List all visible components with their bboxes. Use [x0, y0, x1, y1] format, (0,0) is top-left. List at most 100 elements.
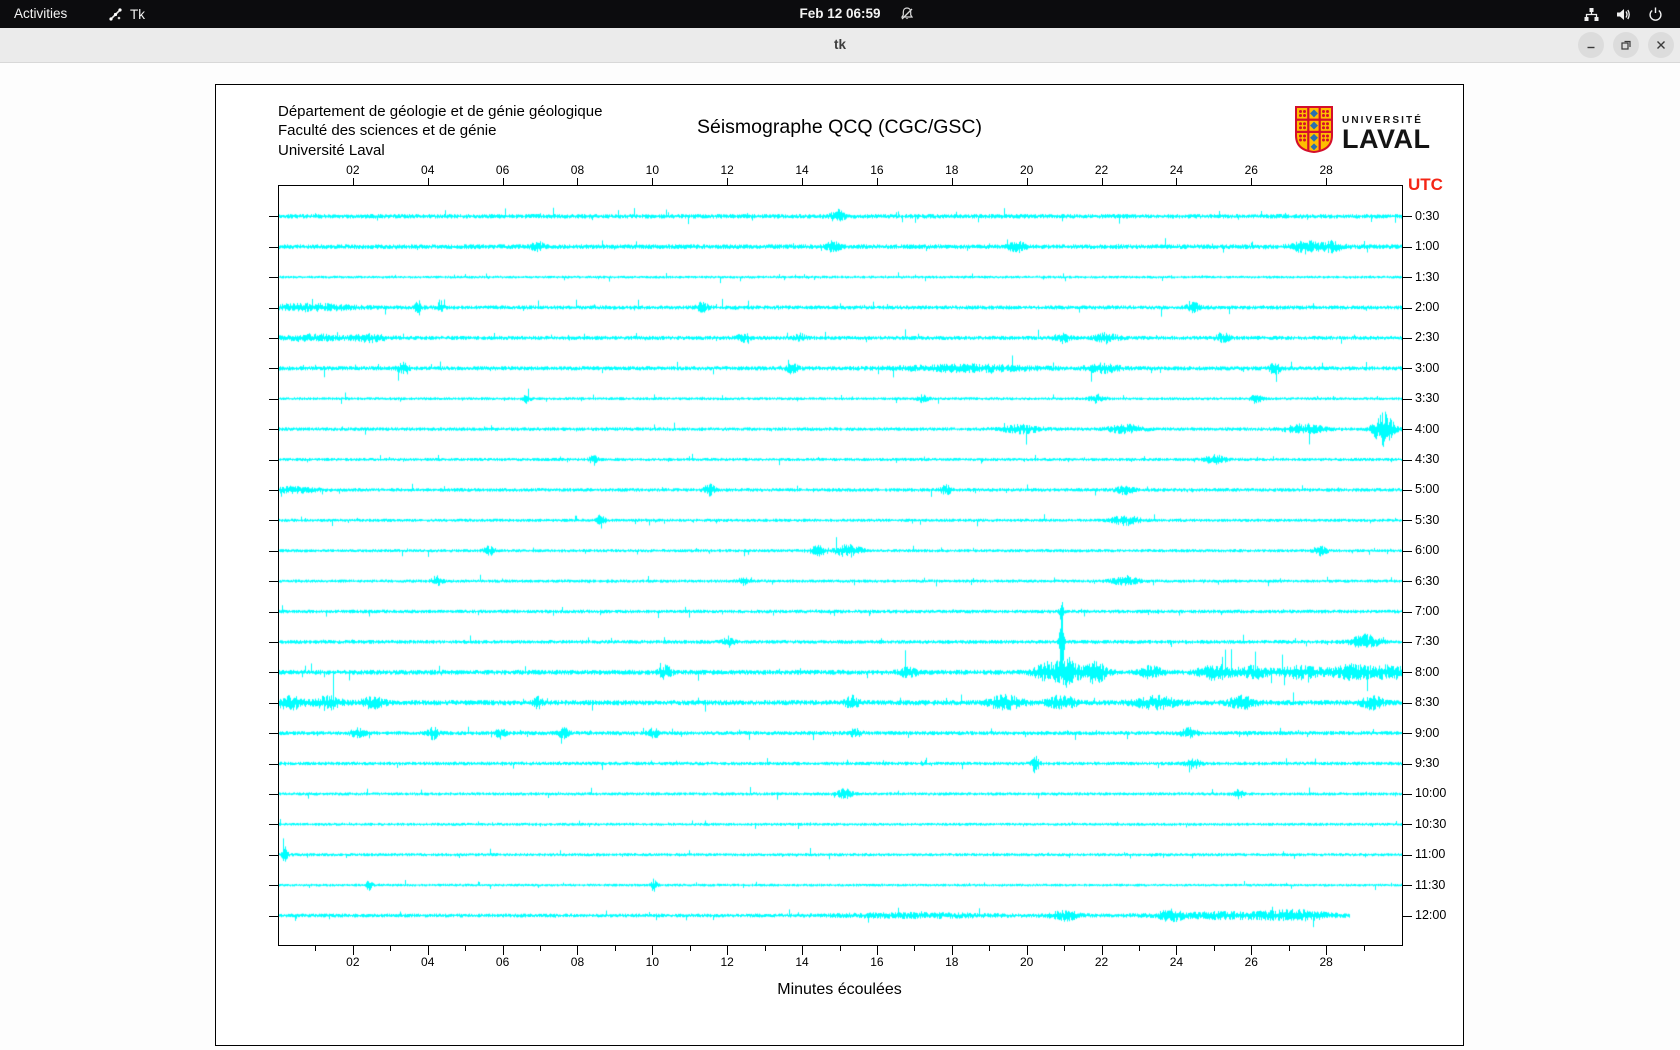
x-tick-bottom [1364, 946, 1365, 951]
trace-time-label: 2:00 [1415, 300, 1439, 315]
x-tick-bottom [727, 946, 728, 955]
trace-tick-left [269, 794, 278, 795]
trace-time-label: 7:00 [1415, 604, 1439, 619]
trace-tick-left [269, 277, 278, 278]
x-tick-top [877, 178, 878, 185]
seismogram-plot [278, 185, 1403, 946]
gnome-top-bar: Activities Tk Feb 12 06:59 [0, 0, 1680, 28]
trace-tick-right [1403, 733, 1412, 734]
trace-time-label: 7:30 [1415, 634, 1439, 649]
x-axis-title: Minutes écoulées [278, 981, 1401, 999]
trace-tick-right [1403, 885, 1412, 886]
trace-tick-right [1403, 855, 1412, 856]
x-tick-top [428, 178, 429, 185]
x-tick-label-top: 18 [932, 163, 972, 177]
maximize-button[interactable] [1613, 32, 1639, 58]
x-tick-bottom [765, 946, 766, 951]
x-tick-bottom [1214, 946, 1215, 951]
window-controls [1578, 32, 1674, 58]
trace-time-label: 9:00 [1415, 726, 1439, 741]
trace-tick-right [1403, 642, 1412, 643]
x-tick-label-top: 04 [408, 163, 448, 177]
x-tick-bottom [577, 946, 578, 955]
x-tick-label-bottom: 18 [932, 955, 972, 969]
x-tick-bottom [1176, 946, 1177, 955]
close-button[interactable] [1648, 32, 1674, 58]
system-tray[interactable] [1583, 0, 1680, 28]
trace-tick-left [269, 703, 278, 704]
x-tick-label-top: 14 [782, 163, 822, 177]
trace-time-label: 3:00 [1415, 361, 1439, 376]
trace-time-label: 8:00 [1415, 665, 1439, 680]
x-tick-bottom [1102, 946, 1103, 955]
trace-tick-left [269, 824, 278, 825]
x-tick-top [652, 178, 653, 185]
x-tick-label-top: 26 [1231, 163, 1271, 177]
x-tick-label-bottom: 06 [483, 955, 523, 969]
trace-time-label: 10:30 [1415, 817, 1446, 832]
trace-tick-right [1403, 612, 1412, 613]
trace-tick-right [1403, 399, 1412, 400]
x-tick-label-top: 24 [1156, 163, 1196, 177]
maximize-icon [1620, 39, 1632, 51]
x-tick-bottom [315, 946, 316, 951]
x-tick-label-bottom: 28 [1306, 955, 1346, 969]
trace-tick-right [1403, 916, 1412, 917]
x-tick-bottom [615, 946, 616, 951]
x-tick-label-bottom: 12 [707, 955, 747, 969]
trace-time-label: 11:30 [1415, 878, 1445, 893]
trace-time-label: 5:30 [1415, 513, 1439, 528]
window-titlebar[interactable]: tk [0, 28, 1680, 63]
trace-tick-right [1403, 520, 1412, 521]
trace-time-label: 12:00 [1415, 908, 1446, 923]
x-tick-bottom [428, 946, 429, 955]
trace-tick-left [269, 460, 278, 461]
wired-network-icon [1583, 6, 1600, 23]
trace-time-label: 0:30 [1415, 209, 1439, 224]
trace-tick-right [1403, 368, 1412, 369]
trace-time-label: 1:30 [1415, 270, 1439, 285]
trace-tick-left [269, 399, 278, 400]
trace-tick-left [269, 642, 278, 643]
trace-tick-left [269, 216, 278, 217]
x-tick-bottom [1139, 946, 1140, 951]
power-icon [1647, 6, 1664, 23]
x-tick-bottom [802, 946, 803, 955]
trace-tick-left [269, 338, 278, 339]
x-tick-label-top: 20 [1007, 163, 1047, 177]
trace-tick-left [269, 551, 278, 552]
x-tick-label-top: 02 [333, 163, 373, 177]
trace-time-label: 6:30 [1415, 574, 1439, 589]
trace-tick-left [269, 247, 278, 248]
x-tick-bottom [914, 946, 915, 951]
trace-time-label: 4:30 [1415, 452, 1439, 467]
window-title: tk [0, 28, 1680, 62]
x-tick-label-bottom: 16 [857, 955, 897, 969]
trace-time-label: 3:30 [1415, 391, 1439, 406]
x-tick-top [802, 178, 803, 185]
trace-tick-left [269, 368, 278, 369]
trace-tick-right [1403, 764, 1412, 765]
trace-tick-right [1403, 338, 1412, 339]
x-tick-label-bottom: 10 [632, 955, 672, 969]
seismogram-traces-canvas [279, 186, 1402, 945]
trace-tick-left [269, 520, 278, 521]
trace-time-label: 10:00 [1415, 786, 1446, 801]
trace-tick-left [269, 885, 278, 886]
x-tick-label-top: 16 [857, 163, 897, 177]
x-tick-bottom [840, 946, 841, 951]
trace-tick-right [1403, 490, 1412, 491]
x-tick-top [1176, 178, 1177, 185]
x-tick-bottom [390, 946, 391, 951]
trace-tick-right [1403, 460, 1412, 461]
trace-tick-right [1403, 672, 1412, 673]
trace-tick-left [269, 581, 278, 582]
trace-time-label: 2:30 [1415, 330, 1439, 345]
x-tick-label-bottom: 02 [333, 955, 373, 969]
minimize-button[interactable] [1578, 32, 1604, 58]
x-tick-top [503, 178, 504, 185]
trace-tick-right [1403, 794, 1412, 795]
clock[interactable]: Feb 12 06:59 [0, 0, 1680, 28]
laval-shield-icon [1294, 105, 1334, 154]
chart-title: Séismographe QCQ (CGC/GSC) [278, 116, 1401, 139]
